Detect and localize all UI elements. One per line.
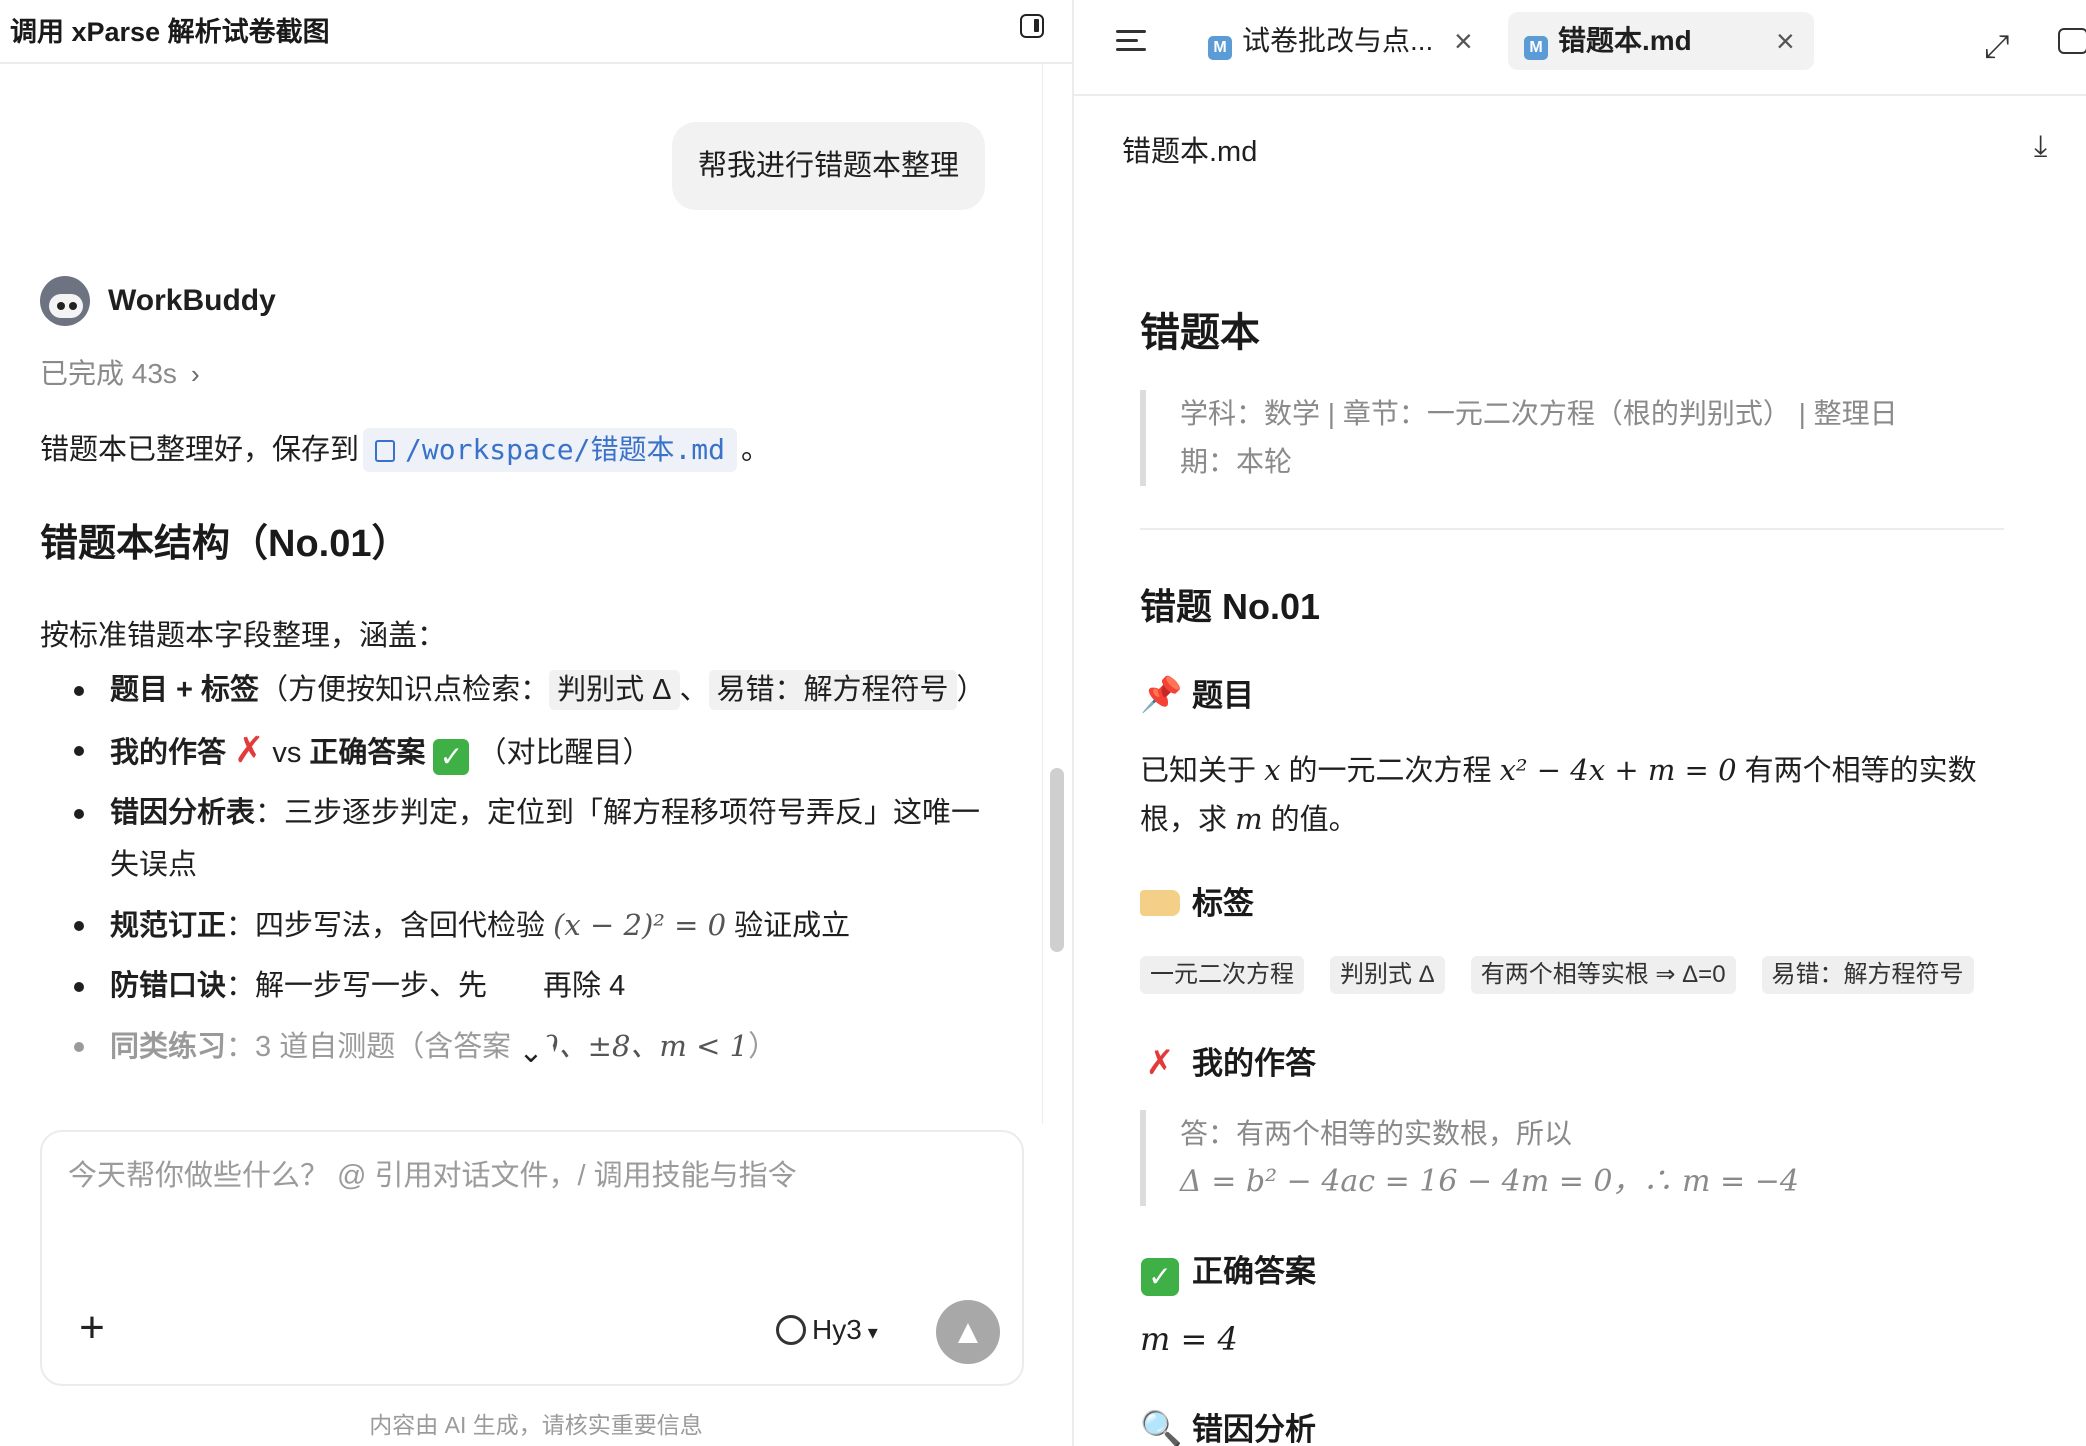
model-name: Hy3	[812, 1314, 862, 1345]
saved-suffix: 。	[741, 434, 771, 466]
inline-math: 9、±8、m < 1	[540, 1029, 749, 1063]
chat-header: 调用 xParse 解析试卷截图	[0, 0, 1072, 64]
tab-mistake-notebook[interactable]: M 错题本.md ×	[1508, 12, 1814, 70]
metadata-blockquote: 学科：数学 | 章节：一元二次方程（根的判别式） | 整理日期：本轮	[1140, 390, 1930, 486]
message-input[interactable]	[68, 1160, 998, 1193]
close-icon[interactable]: ×	[1454, 12, 1473, 70]
pushpin-icon: 📌	[1140, 676, 1183, 714]
file-link-text: /workspace/错题本.md	[405, 433, 726, 466]
plus-icon: +	[79, 1303, 105, 1352]
section-title: 错题本结构（No.01）	[40, 523, 410, 565]
agent-name: WorkBuddy	[108, 284, 276, 317]
problem-text: 已知关于 x 的一元二次方程 x² − 4x + m = 0 有两个相等的实数根…	[1140, 753, 1977, 836]
tags-heading: 标签	[1140, 878, 1254, 923]
chevron-right-icon: ›	[190, 359, 200, 389]
download-icon[interactable]: ⤓	[2034, 130, 2047, 164]
document-filename: 错题本.md	[1122, 136, 1258, 168]
problem-heading: 📌 题目	[1140, 676, 1254, 714]
model-logo-icon	[776, 1315, 806, 1345]
cross-mark-icon: ✗	[234, 729, 265, 770]
list-item: 错因分析表：三步逐步判定，定位到「解方程移项符号弄反」这唯一失误点	[40, 787, 1000, 891]
my-answer-blockquote: 答：有两个相等的实数根，所以 Δ = b² − 4ac = 16 − 4m = …	[1140, 1110, 2004, 1206]
file-link[interactable]: /workspace/错题本.md	[363, 428, 738, 472]
scroll-down-button[interactable]: ⌄	[508, 1030, 554, 1076]
magnifier-icon: 🔍	[1140, 1410, 1183, 1446]
list-item: 我的作答 ✗ vs 正确答案 ✓ （对比醒目）	[40, 724, 1000, 779]
send-button[interactable]: ▲	[936, 1300, 1000, 1364]
ai-disclaimer: 内容由 AI 生成，请核实重要信息	[369, 1412, 703, 1438]
close-icon[interactable]: ×	[1776, 12, 1795, 70]
check-mark-icon: ✓	[433, 739, 470, 775]
scrollbar-thumb[interactable]	[1050, 768, 1064, 952]
mistake-heading: 错题 No.01	[1140, 586, 1321, 627]
list-item: 题目 + 标签（方便按知识点检索： 判别式 Δ、易错：解方程符号）	[40, 664, 1000, 716]
document-title: 错题本	[1140, 311, 1260, 355]
send-arrow-icon: ▲	[951, 1313, 985, 1351]
tag: 有两个相等实根 ⇒ Δ=0	[1470, 956, 1736, 994]
error-analysis-heading: 🔍 错因分析	[1140, 1404, 1316, 1446]
document-pane: M 试卷批改与点... × M 错题本.md × ⤢ 错题本.md ⤓ 错题本 学科…	[1074, 0, 2086, 1446]
tab-grading-report[interactable]: M 试卷批改与点... ×	[1192, 12, 1492, 70]
list-item: 防错口诀：解一步写一步、先 再除 4	[40, 960, 1000, 1012]
chat-title: 调用 xParse 解析试卷截图	[10, 17, 330, 47]
inline-code: 易错：解方程符号	[708, 670, 957, 710]
panel-toggle-icon[interactable]	[2058, 28, 2086, 54]
cross-mark-icon: ✗	[1145, 1044, 1175, 1082]
expand-icon[interactable]: ⤢	[1984, 28, 2010, 66]
inline-code: 判别式 Δ	[549, 670, 680, 710]
my-answer-heading: ✗ 我的作答	[1140, 1038, 1316, 1083]
correct-answer-heading: ✓ 正确答案	[1140, 1246, 1316, 1296]
inline-math: (x − 2)² = 0	[553, 908, 727, 942]
tag: 易错：解方程符号	[1761, 956, 1974, 994]
markdown-file-icon: M	[1524, 36, 1548, 60]
model-selector[interactable]: Hy3 ▾	[776, 1310, 878, 1350]
chevron-down-icon: ⌄	[518, 1036, 544, 1069]
chat-pane: 调用 xParse 解析试卷截图 帮我进行错题本整理 WorkBuddy 已完成…	[0, 0, 1072, 1446]
sidebar-toggle-icon[interactable]	[1020, 14, 1044, 38]
agent-avatar	[40, 276, 90, 326]
chevron-down-icon: ▾	[867, 1322, 878, 1344]
intro-text: 按标准错题本字段整理，涵盖：	[40, 620, 447, 652]
tab-label: 试卷批改与点...	[1242, 25, 1434, 56]
saved-message: 错题本已整理好，保存到/workspace/错题本.md 。	[40, 426, 770, 472]
tag-list: 一元二次方程 判别式 Δ 有两个相等实根 ⇒ Δ=0 易错：解方程符号	[1140, 956, 2060, 994]
file-icon	[375, 440, 396, 462]
divider	[1140, 528, 2004, 530]
tab-bar: M 试卷批改与点... × M 错题本.md × ⤢	[1074, 0, 2086, 96]
composer: + Hy3▾ ▲	[40, 1130, 1024, 1386]
saved-prefix: 错题本已整理好，保存到	[40, 434, 360, 466]
markdown-file-icon: M	[1208, 36, 1232, 60]
tab-label: 错题本.md	[1558, 25, 1692, 56]
check-mark-icon: ✓	[1140, 1252, 1180, 1296]
scrollbar-track	[1042, 64, 1043, 1124]
tag: 一元二次方程	[1140, 956, 1304, 994]
run-status-text: 已完成 43s	[40, 358, 177, 389]
run-status[interactable]: 已完成 43s ›	[40, 352, 200, 392]
tag: 判别式 Δ	[1330, 956, 1445, 994]
user-message-bubble: 帮我进行错题本整理	[672, 122, 986, 210]
add-attachment-button[interactable]: +	[72, 1306, 112, 1350]
correct-answer-value: m = 4	[1140, 1320, 1238, 1358]
label-tag-icon	[1140, 884, 1180, 923]
menu-icon[interactable]	[1116, 30, 1146, 52]
list-item: 规范订正：四步写法，含回代检验 (x − 2)² = 0 验证成立	[40, 899, 1000, 952]
structure-list: 题目 + 标签（方便按知识点检索： 判别式 Δ、易错：解方程符号） 我的作答 ✗ …	[40, 664, 1000, 1081]
